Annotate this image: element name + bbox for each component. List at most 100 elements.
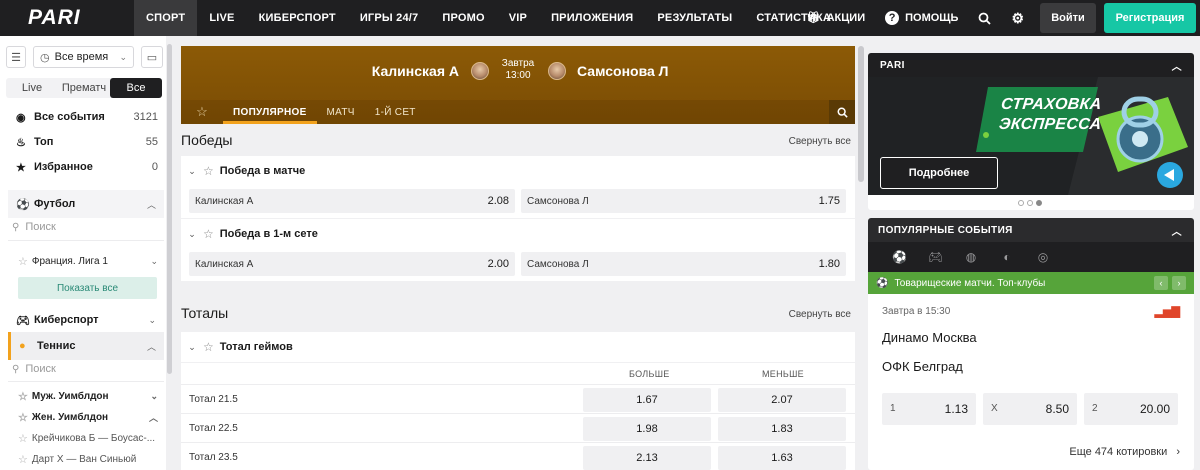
star-outline-icon[interactable]: ☆: [18, 432, 28, 445]
nav-vip[interactable]: VIP: [497, 0, 539, 36]
nav-right-group: 🎁︎ АКЦИИ ? ПОМОЩЬ ⚙ Войти Регистрация: [797, 0, 1200, 36]
event-tabs: ☆ ПОПУЛЯРНОЕ МАТЧ 1-Й СЕТ: [181, 100, 855, 124]
nav-promo[interactable]: ПРОМО: [430, 0, 496, 36]
help-link[interactable]: ? ПОМОЩЬ: [875, 0, 968, 36]
odd-label: Калинская А: [195, 258, 254, 270]
tab-first-set[interactable]: 1-Й СЕТ: [365, 100, 426, 124]
category-count: 55: [145, 136, 158, 148]
sport-esports[interactable]: 🎮︎ Киберспорт ⌄: [8, 306, 164, 334]
odd-button-home[interactable]: 1 1.13: [882, 393, 976, 425]
search-icon: ⚲: [12, 363, 20, 375]
match-item[interactable]: ☆ Дарт Х — Ван Синьюй: [18, 449, 162, 469]
odd-value: 2.00: [487, 258, 509, 270]
sport-football[interactable]: ⚽ Футбол ︿: [8, 190, 164, 218]
more-odds-link[interactable]: Еще 474 котировки ›: [1069, 446, 1180, 458]
tab-match[interactable]: МАТЧ: [317, 100, 365, 124]
tab-popular[interactable]: ПОПУЛЯРНОЕ: [223, 100, 317, 124]
team2-avatar: [548, 62, 566, 80]
odd-button[interactable]: Самсонова Л 1.75: [521, 189, 846, 213]
gear-icon: ⚙: [1011, 9, 1024, 26]
nav-live[interactable]: LIVE: [197, 0, 246, 36]
filter-settings-button[interactable]: ☰: [6, 46, 26, 68]
promotions-link[interactable]: 🎁︎ АКЦИИ: [797, 0, 876, 36]
category-favorites[interactable]: ★ Избранное 0: [16, 156, 162, 178]
star-outline-icon[interactable]: ☆: [203, 164, 214, 178]
display-mode-button[interactable]: ▭: [141, 46, 163, 68]
star-outline-icon[interactable]: ☆: [18, 390, 28, 403]
odd-under-button[interactable]: 2.07: [718, 388, 846, 412]
odd-button-away[interactable]: 2 20.00: [1084, 393, 1178, 425]
login-button[interactable]: Войти: [1040, 3, 1096, 33]
nav-games[interactable]: ИГРЫ 24/7: [348, 0, 431, 36]
odd-value: 1.80: [818, 258, 840, 270]
league-womens-wimbledon[interactable]: ☆ Жен. Уимблдон ︿: [18, 407, 162, 427]
odd-over-button[interactable]: 1.98: [583, 417, 711, 441]
carousel-dot[interactable]: [1027, 200, 1033, 206]
star-outline-icon[interactable]: ☆: [181, 104, 223, 120]
odd-over-button[interactable]: 1.67: [583, 388, 711, 412]
settings-button[interactable]: ⚙: [1001, 0, 1034, 36]
odd-button-draw[interactable]: X 8.50: [983, 393, 1077, 425]
odd-value: 2.08: [487, 195, 509, 207]
odd-over-button[interactable]: 2.13: [583, 446, 711, 470]
league-mens-wimbledon[interactable]: ☆ Муж. Уимблдон ⌄: [18, 386, 162, 406]
show-all-button[interactable]: Показать все: [18, 277, 157, 299]
star-outline-icon[interactable]: ☆: [18, 255, 28, 268]
basketball-icon[interactable]: ◎: [1036, 250, 1050, 264]
carousel-dot[interactable]: [1018, 200, 1024, 206]
pari-logo[interactable]: PARI: [0, 0, 134, 36]
nav-esports[interactable]: КИБЕРСПОРТ: [247, 0, 348, 36]
odd-button[interactable]: Калинская А 2.08: [189, 189, 515, 213]
league-label: Жен. Уимблдон: [31, 411, 109, 423]
search-button[interactable]: [968, 0, 1001, 36]
event-team1[interactable]: Динамо Москва: [882, 330, 977, 345]
promo-header[interactable]: PARI ︿: [868, 53, 1194, 77]
collapse-all-button[interactable]: Свернуть все: [789, 309, 851, 320]
time-filter-select[interactable]: ◷ Все время ⌄: [33, 46, 134, 68]
monitor-icon: ▭: [146, 51, 158, 64]
statistics-icon[interactable]: ▂▅▇: [1155, 305, 1180, 318]
chevron-left-icon[interactable]: ‹: [1154, 276, 1168, 290]
odd-under-button[interactable]: 1.63: [718, 446, 846, 470]
football-search-input[interactable]: ⚲ Поиск: [12, 218, 162, 236]
event-team2[interactable]: ОФК Белград: [882, 359, 963, 374]
market-header[interactable]: ⌄ ☆ Победа в матче: [181, 156, 855, 186]
odd-button[interactable]: Калинская А 2.00: [189, 252, 515, 276]
football-icon[interactable]: ⚽: [892, 250, 907, 264]
tennis-icon[interactable]: ◐: [1000, 250, 1014, 264]
chevron-right-icon[interactable]: ›: [1172, 276, 1186, 290]
tab-prematch[interactable]: Прематч: [58, 78, 110, 98]
star-outline-icon[interactable]: ☆: [203, 227, 214, 241]
sidebar-scrollbar[interactable]: [167, 44, 172, 374]
promo-banner[interactable]: СТРАХОВКА ЭКСПРЕССА Подробнее: [868, 77, 1194, 195]
odd-button[interactable]: Самсонова Л 1.80: [521, 252, 846, 276]
star-outline-icon[interactable]: ☆: [203, 340, 214, 354]
market-header[interactable]: ⌄ ☆ Тотал геймов: [181, 332, 855, 362]
markets-search-button[interactable]: [829, 100, 855, 124]
nav-sport[interactable]: СПОРТ: [134, 0, 198, 36]
nav-results[interactable]: РЕЗУЛЬТАТЫ: [645, 0, 744, 36]
match-item[interactable]: ☆ Крейчикова Б — Боусас-...: [18, 428, 162, 448]
register-button[interactable]: Регистрация: [1104, 3, 1196, 33]
category-top[interactable]: ♨ Топ 55: [16, 131, 162, 153]
carousel-dot-active[interactable]: [1036, 200, 1042, 206]
totals-column-headers: БОЛЬШЕ МЕНЬШЕ: [181, 363, 855, 385]
more-details-button[interactable]: Подробнее: [880, 157, 998, 189]
market-header[interactable]: ⌄ ☆ Победа в 1-м сете: [181, 219, 855, 249]
tab-live[interactable]: Live: [6, 78, 58, 98]
gamepad-icon[interactable]: 🎮︎: [928, 250, 943, 264]
tennis-search-input[interactable]: ⚲ Поиск: [12, 360, 162, 378]
category-all-events[interactable]: ◉ Все события 3121: [16, 106, 162, 128]
main-scrollbar[interactable]: [858, 46, 864, 182]
odd-under-button[interactable]: 1.83: [718, 417, 846, 441]
odd-label: X: [991, 403, 998, 414]
sport-tennis[interactable]: ● Теннис ︿: [8, 332, 164, 360]
nav-apps[interactable]: ПРИЛОЖЕНИЯ: [539, 0, 645, 36]
hockey-icon[interactable]: ◍: [964, 250, 978, 264]
star-outline-icon[interactable]: ☆: [18, 411, 28, 424]
popular-events-header[interactable]: ПОПУЛЯРНЫЕ СОБЫТИЯ ︿: [868, 218, 1194, 242]
league-france-ligue1[interactable]: ☆ Франция. Лига 1 ⌄: [18, 251, 162, 271]
tab-all[interactable]: Все: [110, 78, 162, 98]
collapse-all-button[interactable]: Свернуть все: [789, 136, 851, 147]
star-outline-icon[interactable]: ☆: [18, 453, 28, 466]
